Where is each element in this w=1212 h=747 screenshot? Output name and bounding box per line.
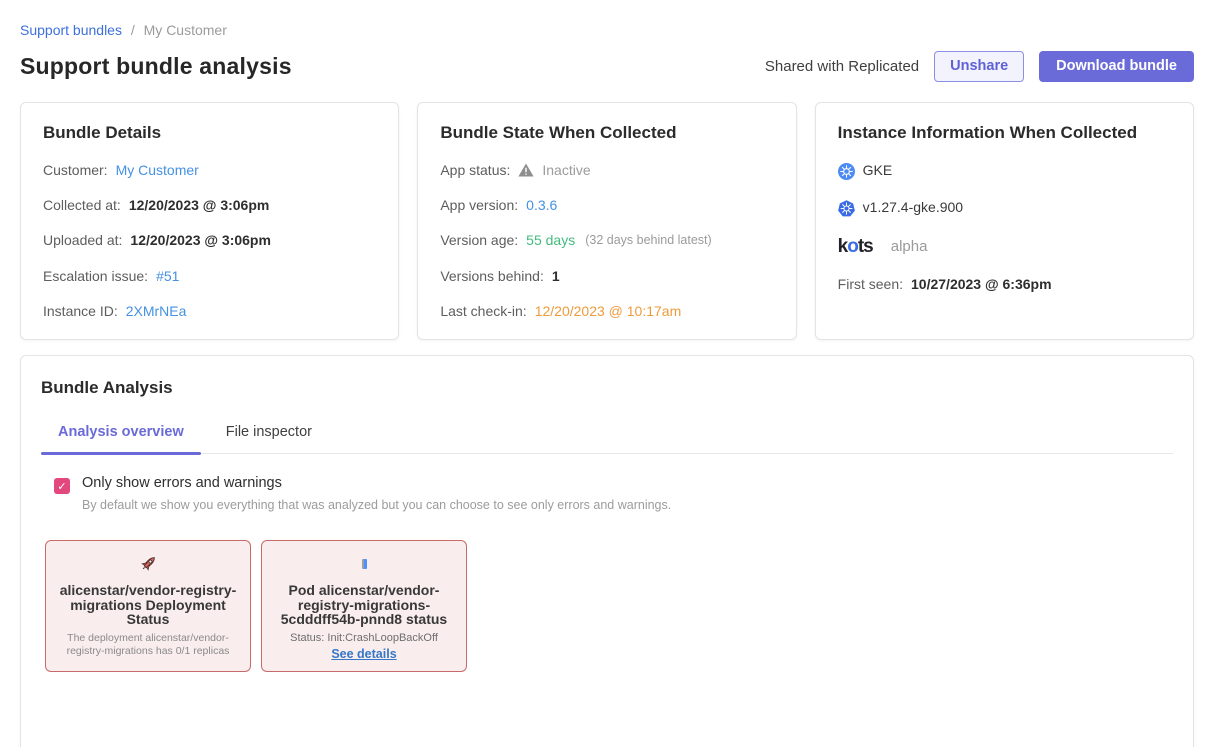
warning-triangle-icon — [518, 163, 534, 177]
kubernetes-icon — [838, 200, 855, 217]
filter-label: Only show errors and warnings — [82, 475, 671, 491]
distribution-value: GKE — [863, 163, 893, 178]
version-age-note: (32 days behind latest) — [585, 234, 711, 248]
customer-label: Customer: — [43, 163, 108, 178]
breadcrumb-support-bundles-link[interactable]: Support bundles — [20, 22, 122, 38]
kots-row: kots alpha — [838, 237, 1171, 258]
collected-at-value: 12/20/2023 @ 3:06pm — [129, 198, 270, 213]
versions-behind-value: 1 — [552, 269, 560, 284]
kots-logo: kots — [838, 237, 873, 258]
collected-at-row: Collected at: 12/20/2023 @ 3:06pm — [43, 198, 376, 213]
page-header: Support bundle analysis Shared with Repl… — [20, 51, 1194, 82]
checkbox-check-icon: ✓ — [57, 480, 66, 493]
escalation-issue-link[interactable]: #51 — [156, 269, 179, 284]
unshare-button[interactable]: Unshare — [934, 51, 1024, 82]
breadcrumb-current: My Customer — [144, 22, 227, 38]
filter-description: By default we show you everything that w… — [82, 498, 671, 512]
kots-logo-k: k — [838, 236, 848, 257]
last-checkin-row: Last check-in: 12/20/2023 @ 10:17am — [440, 304, 773, 319]
versions-behind-row: Versions behind: 1 — [440, 269, 773, 284]
instance-info-title: Instance Information When Collected — [838, 123, 1171, 143]
analysis-results: alicenstar/vendor-registry-migrations De… — [45, 540, 1173, 672]
bundle-details-title: Bundle Details — [43, 123, 376, 143]
tab-file-inspector[interactable]: File inspector — [209, 424, 329, 453]
kots-logo-ts: ts — [858, 236, 873, 257]
last-checkin-value: 12/20/2023 @ 10:17am — [535, 304, 682, 319]
app-version-link[interactable]: 0.3.6 — [526, 198, 557, 213]
kots-version: alpha — [891, 239, 928, 256]
tab-analysis-overview[interactable]: Analysis overview — [41, 424, 201, 453]
app-version-label: App version: — [440, 198, 518, 213]
customer-row: Customer: My Customer — [43, 163, 376, 178]
k8s-version-row: v1.27.4-gke.900 — [838, 200, 1171, 217]
info-cards-row: Bundle Details Customer: My Customer Col… — [20, 102, 1194, 341]
page-title: Support bundle analysis — [20, 53, 292, 80]
first-seen-label: First seen: — [838, 277, 903, 292]
broken-image-icon — [362, 552, 367, 576]
download-bundle-button[interactable]: Download bundle — [1039, 51, 1194, 82]
app-status-row: App status: Inactive — [440, 163, 773, 178]
error-card-message: The deployment alicenstar/vendor-registr… — [57, 632, 239, 657]
gke-icon — [838, 163, 855, 180]
escalation-issue-label: Escalation issue: — [43, 269, 148, 284]
version-age-row: Version age: 55 days (32 days behind lat… — [440, 233, 773, 248]
distribution-row: GKE — [838, 163, 1171, 180]
app-status-value: Inactive — [542, 163, 590, 178]
shared-status-text: Shared with Replicated — [765, 58, 919, 75]
instance-id-label: Instance ID: — [43, 304, 118, 319]
pod-status-error-card[interactable]: Pod alicenstar/vendor-registry-migration… — [261, 540, 467, 672]
breadcrumb-separator: / — [131, 22, 135, 38]
header-actions: Shared with Replicated Unshare Download … — [765, 51, 1194, 82]
bundle-state-title: Bundle State When Collected — [440, 123, 773, 143]
customer-link[interactable]: My Customer — [116, 163, 199, 178]
instance-id-link[interactable]: 2XMrNEa — [126, 304, 187, 319]
bundle-details-card: Bundle Details Customer: My Customer Col… — [20, 102, 399, 341]
kots-logo-dot: o — [847, 236, 858, 257]
app-status-label: App status: — [440, 163, 510, 178]
instance-info-card: Instance Information When Collected — [815, 102, 1194, 341]
see-details-link[interactable]: See details — [331, 647, 396, 661]
analysis-tabs: Analysis overview File inspector — [41, 424, 1173, 454]
pod-status-text: Status: Init:CrashLoopBackOff — [290, 632, 438, 644]
filter-row: ✓ Only show errors and warnings By defau… — [54, 475, 1173, 512]
deployment-status-error-card[interactable]: alicenstar/vendor-registry-migrations De… — [45, 540, 251, 672]
version-age-label: Version age: — [440, 233, 518, 248]
rocket-icon — [137, 552, 159, 576]
bundle-state-card: Bundle State When Collected App status: … — [417, 102, 796, 341]
uploaded-at-row: Uploaded at: 12/20/2023 @ 3:06pm — [43, 233, 376, 248]
last-checkin-label: Last check-in: — [440, 304, 526, 319]
uploaded-at-label: Uploaded at: — [43, 233, 122, 248]
error-card-title: Pod alicenstar/vendor-registry-migration… — [272, 583, 456, 626]
filter-texts: Only show errors and warnings By default… — [82, 475, 671, 512]
first-seen-value: 10/27/2023 @ 6:36pm — [911, 277, 1052, 292]
only-errors-checkbox[interactable]: ✓ — [54, 478, 70, 494]
first-seen-row: First seen: 10/27/2023 @ 6:36pm — [838, 277, 1171, 292]
error-card-title: alicenstar/vendor-registry-migrations De… — [56, 583, 240, 626]
bundle-analysis-card: Bundle Analysis Analysis overview File i… — [20, 355, 1194, 747]
breadcrumb: Support bundles / My Customer — [0, 0, 1212, 38]
uploaded-at-value: 12/20/2023 @ 3:06pm — [130, 233, 271, 248]
app-version-row: App version: 0.3.6 — [440, 198, 773, 213]
versions-behind-label: Versions behind: — [440, 269, 544, 284]
bundle-analysis-title: Bundle Analysis — [41, 378, 1173, 398]
k8s-version-value: v1.27.4-gke.900 — [863, 200, 963, 215]
support-bundle-analysis-page: Support bundles / My Customer Support bu… — [0, 0, 1212, 747]
escalation-issue-row: Escalation issue: #51 — [43, 269, 376, 284]
instance-id-row: Instance ID: 2XMrNEa — [43, 304, 376, 319]
collected-at-label: Collected at: — [43, 198, 121, 213]
version-age-value: 55 days — [526, 233, 575, 248]
